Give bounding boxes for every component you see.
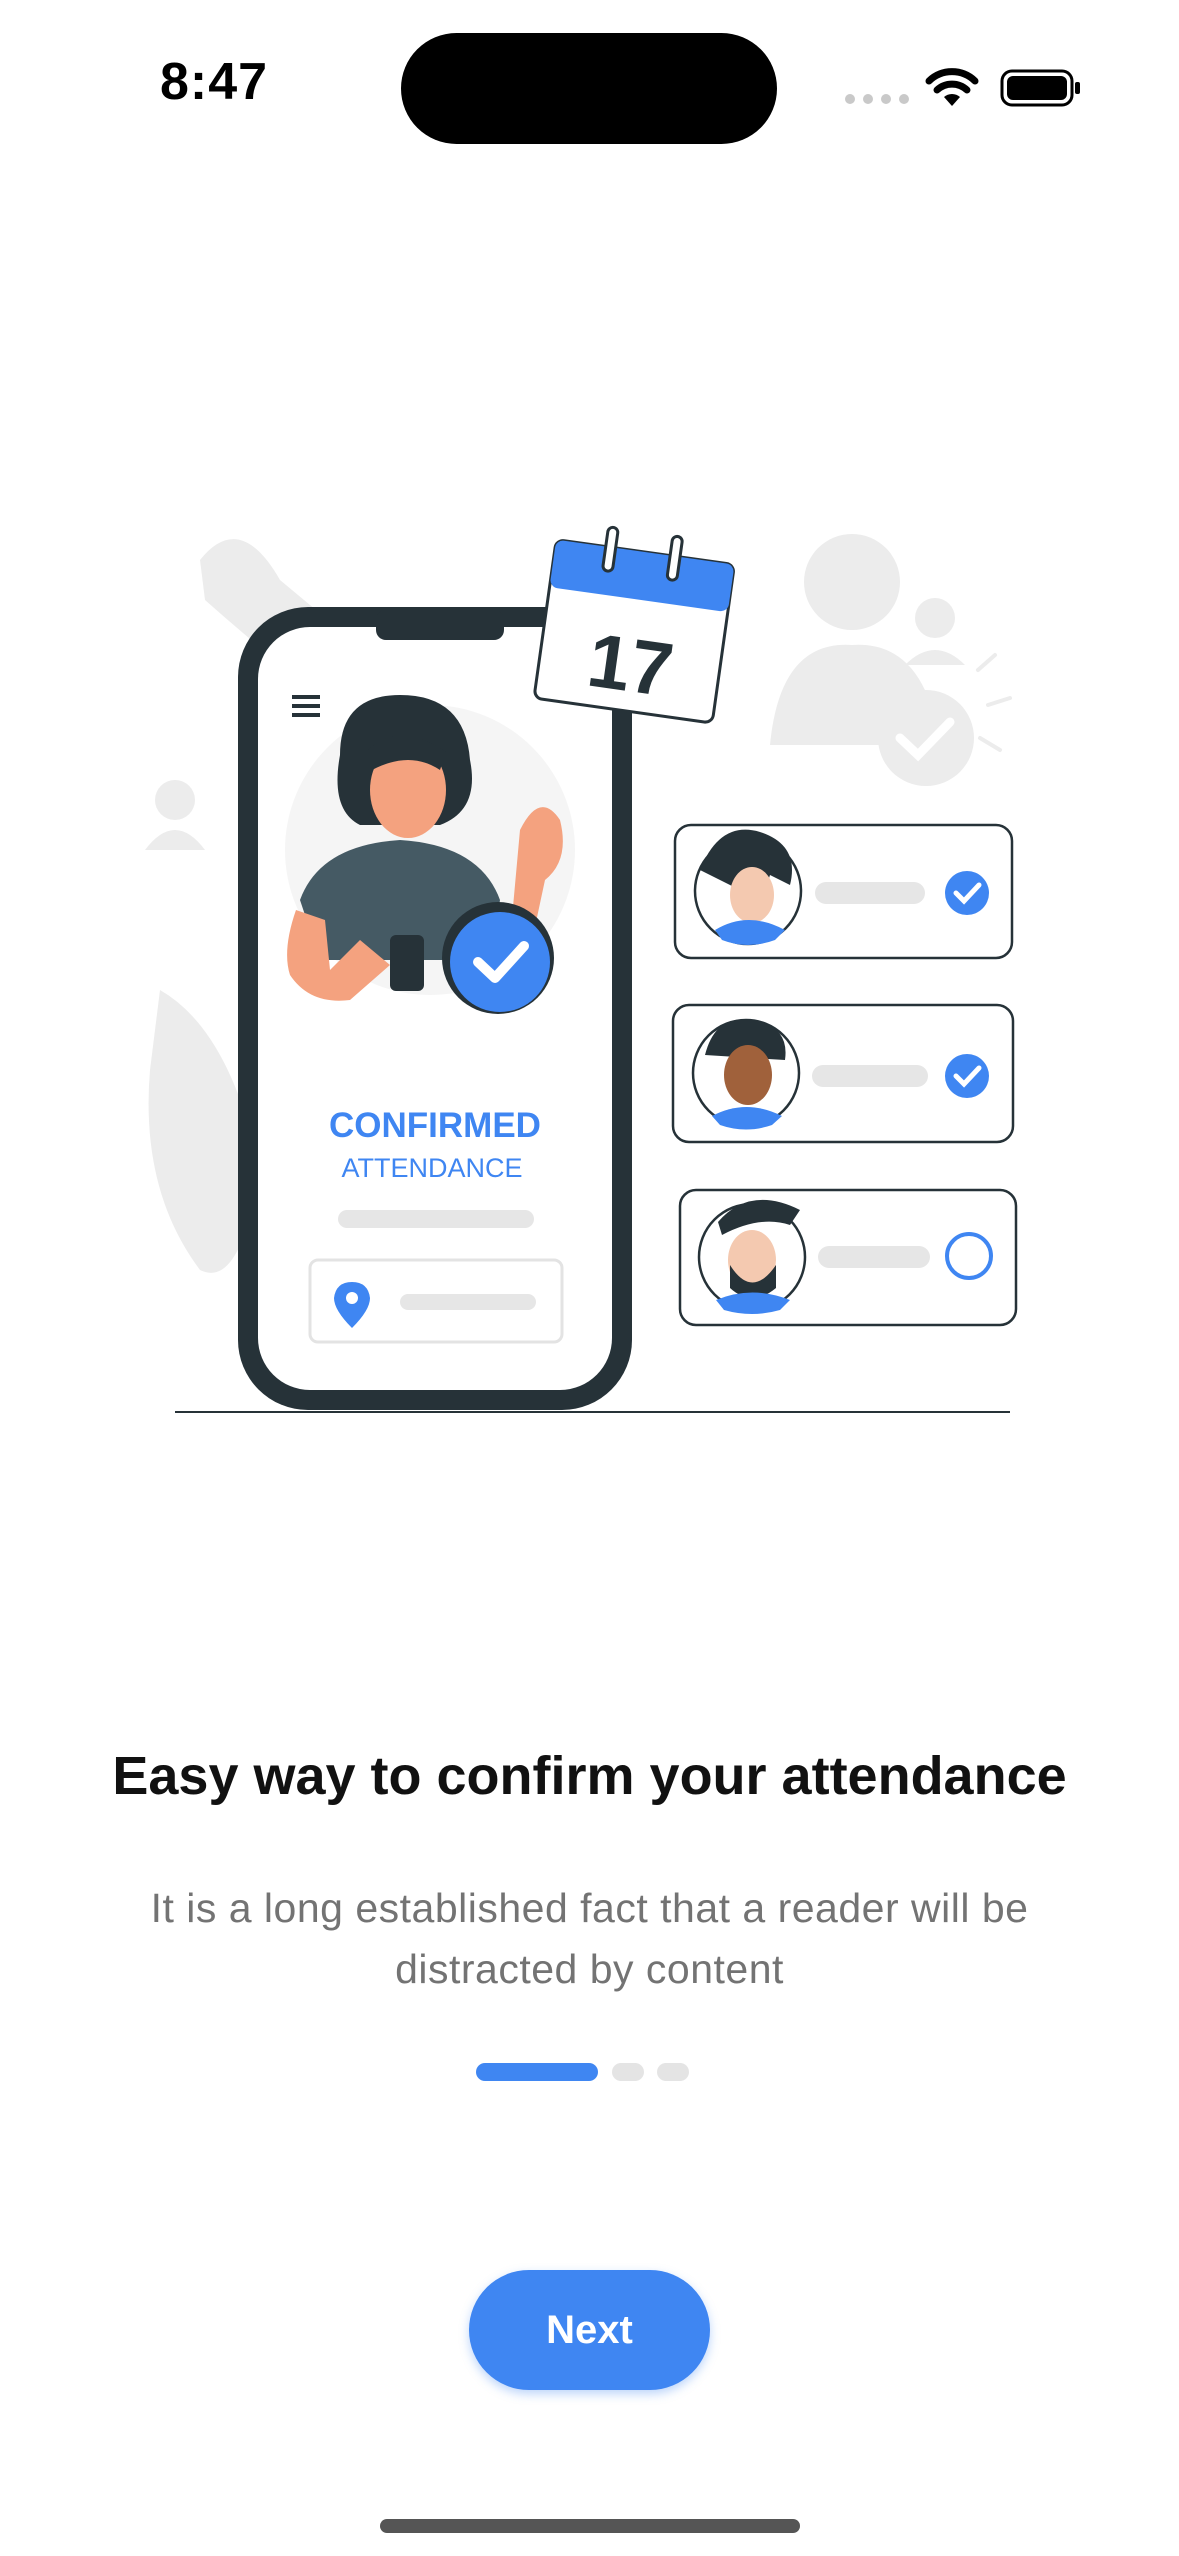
phone-illustration: CONFIRMED ATTENDANCE bbox=[238, 607, 632, 1410]
cellular-signal-icon bbox=[845, 94, 909, 104]
status-time: 8:47 bbox=[160, 53, 269, 111]
page-indicator bbox=[0, 2063, 1179, 2081]
next-button[interactable]: Next bbox=[469, 2270, 710, 2390]
battery-icon bbox=[1000, 69, 1080, 107]
page-dot bbox=[657, 2063, 689, 2081]
attendee-card-1 bbox=[673, 823, 1014, 960]
wifi-icon bbox=[925, 68, 979, 106]
attendance-label: ATTENDANCE bbox=[341, 1153, 522, 1183]
confirmed-label: CONFIRMED bbox=[329, 1106, 541, 1145]
dynamic-island bbox=[401, 33, 777, 144]
onboarding-subtitle: It is a long established fact that a rea… bbox=[150, 1885, 1029, 1992]
page-dot-active bbox=[476, 2063, 598, 2081]
home-indicator[interactable] bbox=[380, 2519, 800, 2533]
onboarding-title: Easy way to confirm your attendance bbox=[112, 1746, 1067, 1806]
page-dot bbox=[612, 2063, 644, 2081]
attendee-card-2 bbox=[671, 1003, 1015, 1144]
calendar-illustration: 17 bbox=[533, 525, 735, 724]
attendee-card-3 bbox=[678, 1188, 1018, 1327]
calendar-day: 17 bbox=[583, 618, 679, 714]
attendance-illustration: CONFIRMED ATTENDANCE 17 bbox=[145, 525, 1018, 1413]
status-bar: 8:47 bbox=[0, 0, 1179, 150]
